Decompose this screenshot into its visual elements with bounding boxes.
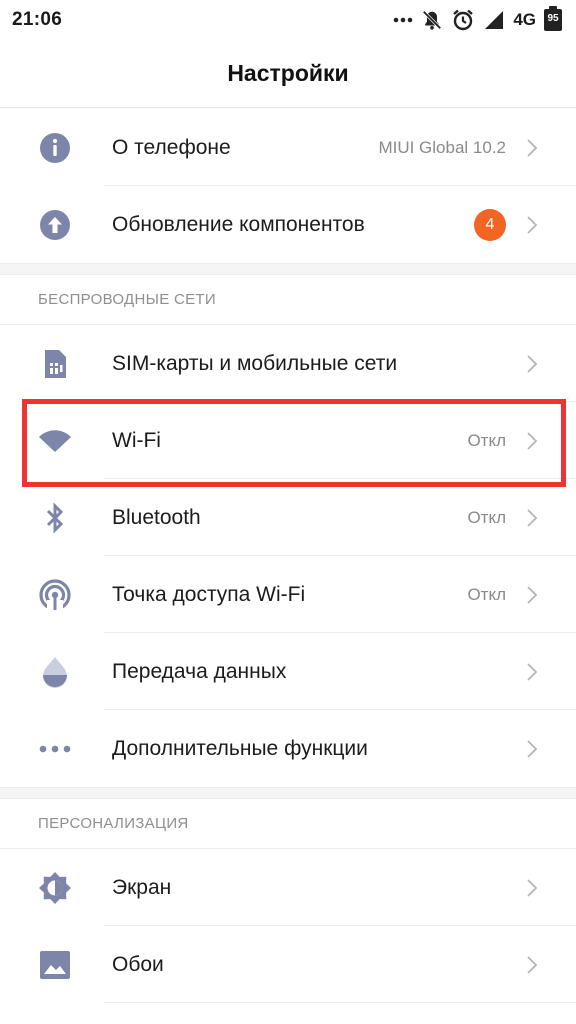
settings-item-label: Дополнительные функции: [112, 736, 368, 760]
signal-icon: [483, 9, 505, 31]
settings-item-sim-cards[interactable]: SIM-карты и мобильные сети: [0, 325, 576, 402]
settings-screen: 21:06 4G 95 Настройки О телефоне MIUI Gl…: [0, 0, 576, 1024]
chevron-right-icon: [524, 583, 540, 607]
chevron-right-icon: [524, 352, 540, 376]
settings-item-label: SIM-карты и мобильные сети: [112, 351, 398, 375]
chevron-right-icon: [524, 136, 540, 160]
chevron-right-icon: [524, 876, 540, 900]
sim-card-icon: [38, 347, 72, 381]
chevron-right-icon: [524, 506, 540, 530]
alarm-icon: [451, 8, 475, 32]
page-title: Настройки: [227, 60, 349, 86]
hotspot-icon: [38, 578, 72, 612]
update-icon: [38, 208, 72, 242]
network-type: 4G: [513, 10, 536, 29]
chevron-right-icon: [524, 737, 540, 761]
battery-icon: 95: [544, 6, 562, 31]
section-separator: [0, 787, 576, 799]
status-icons: 4G 95: [393, 6, 562, 32]
settings-item-hotspot[interactable]: Точка доступа Wi-Fi Откл: [0, 556, 576, 633]
more-dots-icon: [393, 17, 413, 23]
settings-item-bluetooth[interactable]: Bluetooth Откл: [0, 479, 576, 556]
settings-item-label: Bluetooth: [112, 505, 201, 529]
settings-item-data-usage[interactable]: Передача данных: [0, 633, 576, 710]
status-time: 21:06: [12, 9, 63, 30]
settings-item-component-update[interactable]: Обновление компонентов 4: [0, 186, 576, 263]
wallpaper-icon: [38, 948, 72, 982]
settings-item-label: Экран: [112, 875, 172, 899]
section-header-personalization: ПЕРСОНАЛИЗАЦИЯ: [0, 799, 576, 849]
page-header: Настройки: [0, 40, 576, 108]
settings-item-label: О телефоне: [112, 135, 231, 159]
settings-item-label: Wi-Fi: [112, 428, 161, 452]
data-usage-icon: [38, 655, 72, 689]
section-separator: [0, 263, 576, 275]
notifications-off-icon: [421, 9, 443, 31]
chevron-right-icon: [524, 660, 540, 684]
update-count-badge: 4: [474, 208, 506, 241]
chevron-right-icon: [524, 953, 540, 977]
settings-item-value: MIUI Global 10.2: [378, 137, 506, 157]
divider: [104, 1002, 576, 1003]
settings-item-about-phone[interactable]: О телефоне MIUI Global 10.2: [0, 109, 576, 186]
chevron-right-icon: [524, 213, 540, 237]
settings-item-value: Откл: [467, 430, 506, 450]
status-bar: 21:06 4G 95: [0, 0, 576, 40]
settings-item-additional[interactable]: Дополнительные функции: [0, 710, 576, 787]
display-icon: [38, 871, 72, 905]
settings-item-wifi[interactable]: Wi-Fi Откл: [0, 402, 576, 479]
wifi-icon: [38, 424, 72, 458]
settings-item-value: Откл: [467, 507, 506, 527]
info-icon: [38, 131, 72, 165]
settings-item-label: Обои: [112, 952, 164, 976]
settings-list: О телефоне MIUI Global 10.2 Обновление к…: [0, 109, 576, 1003]
more-icon: [38, 732, 72, 766]
section-header-wireless: БЕСПРОВОДНЫЕ СЕТИ: [0, 275, 576, 325]
settings-item-label: Точка доступа Wi-Fi: [112, 582, 306, 606]
settings-item-label: Передача данных: [112, 659, 287, 683]
bluetooth-icon: [38, 501, 72, 535]
chevron-right-icon: [524, 429, 540, 453]
settings-item-wallpaper[interactable]: Обои: [0, 926, 576, 1003]
settings-item-display[interactable]: Экран: [0, 849, 576, 926]
settings-item-value: Откл: [467, 584, 506, 604]
settings-item-label: Обновление компонентов: [112, 212, 365, 236]
